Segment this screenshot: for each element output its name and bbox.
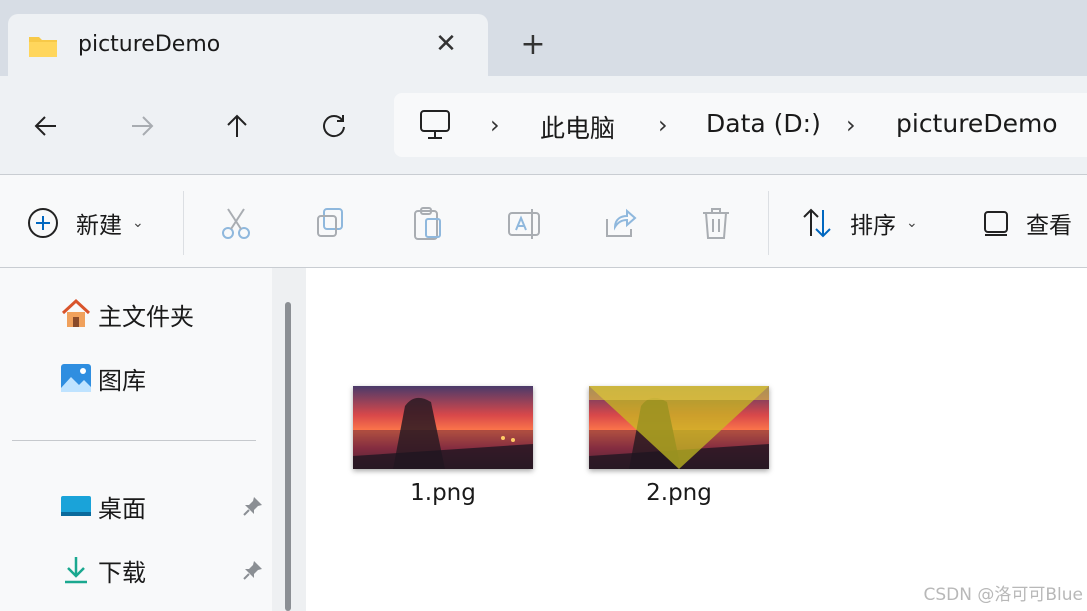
refresh-button[interactable] [314, 106, 354, 146]
sidebar-item-downloads[interactable]: 下载 [60, 550, 146, 590]
sort-button[interactable]: 排序 ⌄ [800, 203, 918, 243]
file-item[interactable]: 1.png [343, 384, 543, 514]
copy-button[interactable] [313, 203, 349, 243]
chevron-down-icon: ⌄ [132, 215, 144, 231]
close-tab-icon[interactable]: ✕ [432, 30, 460, 58]
plus-circle-icon [28, 208, 58, 238]
breadcrumb-data-drive[interactable]: Data (D:) [706, 109, 821, 138]
folder-icon [29, 37, 57, 57]
navigation-bar: › 此电脑 › Data (D:) › pictureDemo [0, 76, 1087, 174]
gallery-icon [61, 364, 91, 392]
pin-icon[interactable] [242, 495, 264, 517]
rename-icon [508, 209, 540, 239]
trash-icon [703, 208, 729, 239]
breadcrumb-this-pc[interactable]: 此电脑 [540, 109, 615, 145]
sort-icon [803, 208, 831, 238]
address-bar[interactable]: › 此电脑 › Data (D:) › pictureDemo [394, 93, 1087, 157]
new-button-label: 新建 [76, 213, 122, 239]
new-button[interactable]: 新建 ⌄ [26, 203, 144, 243]
share-icon [606, 208, 637, 237]
cut-button[interactable] [218, 203, 254, 243]
file-name: 2.png [646, 480, 712, 506]
breadcrumb-separator: › [846, 111, 856, 139]
tab-strip: pictureDemo ✕ + [0, 0, 1087, 76]
pin-icon[interactable] [242, 559, 264, 581]
copy-icon [317, 208, 343, 237]
divider [183, 191, 184, 255]
breadcrumb-separator: › [490, 111, 500, 139]
back-button[interactable] [26, 106, 66, 146]
paste-button[interactable] [410, 203, 446, 243]
view-icon [984, 211, 1008, 236]
breadcrumb-separator: › [658, 111, 668, 139]
sidebar-item-label: 图库 [98, 366, 146, 395]
tab-title: pictureDemo [78, 32, 221, 57]
sidebar-item-label: 下载 [98, 558, 146, 587]
file-name: 1.png [410, 480, 476, 506]
divider [768, 191, 769, 255]
share-button[interactable] [603, 203, 639, 243]
arrow-up-icon [227, 114, 247, 137]
sidebar-item-home[interactable]: 主文件夹 [60, 294, 194, 334]
rename-button[interactable] [506, 203, 542, 243]
tab-picturedemo[interactable]: pictureDemo ✕ [8, 14, 488, 76]
view-button-label: 查看 [1026, 213, 1072, 239]
sidebar-scrollbar-thumb[interactable] [285, 302, 291, 611]
sidebar-item-gallery[interactable]: 图库 [60, 358, 146, 398]
command-bar: 新建 ⌄ 排序 ⌄ 查看 [0, 175, 1087, 267]
home-icon [61, 298, 91, 327]
image-thumbnail [589, 386, 769, 469]
sidebar-item-desktop[interactable]: 桌面 [60, 486, 146, 526]
this-pc-icon [420, 110, 450, 139]
up-button[interactable] [217, 106, 257, 146]
paste-icon [414, 207, 441, 240]
divider [12, 440, 256, 441]
arrow-left-icon [34, 116, 56, 136]
cut-icon [222, 208, 250, 239]
chevron-down-icon: ⌄ [906, 215, 918, 231]
navigation-pane: 主文件夹 图库 桌面 下载 [0, 268, 272, 611]
breadcrumb-picturedemo[interactable]: pictureDemo [896, 109, 1058, 138]
delete-button[interactable] [698, 203, 734, 243]
watermark: CSDN @洛可可Blue [923, 585, 1084, 605]
image-thumbnail [353, 386, 533, 469]
sort-button-label: 排序 [850, 213, 896, 239]
sidebar-item-label: 桌面 [98, 494, 146, 523]
download-icon [65, 557, 87, 584]
forward-button[interactable] [122, 106, 162, 146]
refresh-icon [323, 115, 345, 138]
new-tab-button[interactable]: + [518, 30, 548, 60]
sidebar-item-label: 主文件夹 [98, 302, 194, 331]
desktop-icon [61, 496, 91, 516]
view-button[interactable]: 查看 [982, 203, 1072, 243]
file-view: 1.png 2.png [306, 268, 1087, 611]
file-item[interactable]: 2.png [579, 384, 779, 514]
arrow-right-icon [132, 116, 154, 136]
